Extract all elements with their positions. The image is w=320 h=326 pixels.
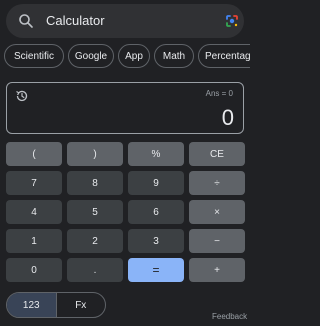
chip-label: App: [125, 50, 143, 62]
open-paren-key[interactable]: (: [6, 142, 62, 166]
digit-6-key[interactable]: 6: [128, 200, 184, 224]
digit-1-key[interactable]: 1: [6, 229, 62, 253]
chip-scientific[interactable]: Scientific: [4, 44, 64, 68]
mode-toggle: 123 Fx: [6, 292, 106, 318]
percent-key[interactable]: %: [128, 142, 184, 166]
close-paren-key[interactable]: ): [67, 142, 123, 166]
result-value: 0: [221, 105, 234, 130]
mode-functions-button[interactable]: Fx: [57, 293, 106, 317]
chip-app[interactable]: App: [118, 44, 150, 68]
digit-9-key[interactable]: 9: [128, 171, 184, 195]
search-query[interactable]: Calculator: [46, 13, 105, 28]
search-filter-chips: Scientific Google App Math Percentage: [0, 44, 250, 68]
divide-key[interactable]: ÷: [189, 171, 245, 195]
chip-label: Google: [74, 50, 108, 62]
search-bar[interactable]: Calculator: [6, 4, 244, 38]
subtract-key[interactable]: −: [189, 229, 245, 253]
chip-label: Percentage: [205, 50, 250, 62]
clear-entry-key[interactable]: CE: [189, 142, 245, 166]
decimal-key[interactable]: .: [67, 258, 123, 282]
multiply-key[interactable]: ×: [189, 200, 245, 224]
equals-key[interactable]: =: [128, 258, 184, 282]
digit-8-key[interactable]: 8: [67, 171, 123, 195]
mode-basic-button[interactable]: 123: [7, 293, 56, 317]
calculator-display: Ans = 0 0: [6, 82, 244, 134]
chip-math[interactable]: Math: [154, 44, 194, 68]
feedback-link[interactable]: Feedback: [212, 312, 247, 321]
digit-7-key[interactable]: 7: [6, 171, 62, 195]
digit-2-key[interactable]: 2: [67, 229, 123, 253]
chip-percentage[interactable]: Percentage: [198, 44, 250, 68]
digit-0-key[interactable]: 0: [6, 258, 62, 282]
digit-3-key[interactable]: 3: [128, 229, 184, 253]
add-key[interactable]: +: [189, 258, 245, 282]
google-lens-icon[interactable]: [224, 13, 240, 29]
history-icon[interactable]: [15, 89, 29, 103]
digit-5-key[interactable]: 5: [67, 200, 123, 224]
previous-answer: Ans = 0: [205, 89, 233, 98]
chip-label: Scientific: [13, 50, 54, 62]
chip-google[interactable]: Google: [68, 44, 114, 68]
digit-4-key[interactable]: 4: [6, 200, 62, 224]
chip-label: Math: [162, 50, 186, 62]
search-icon[interactable]: [18, 13, 34, 29]
